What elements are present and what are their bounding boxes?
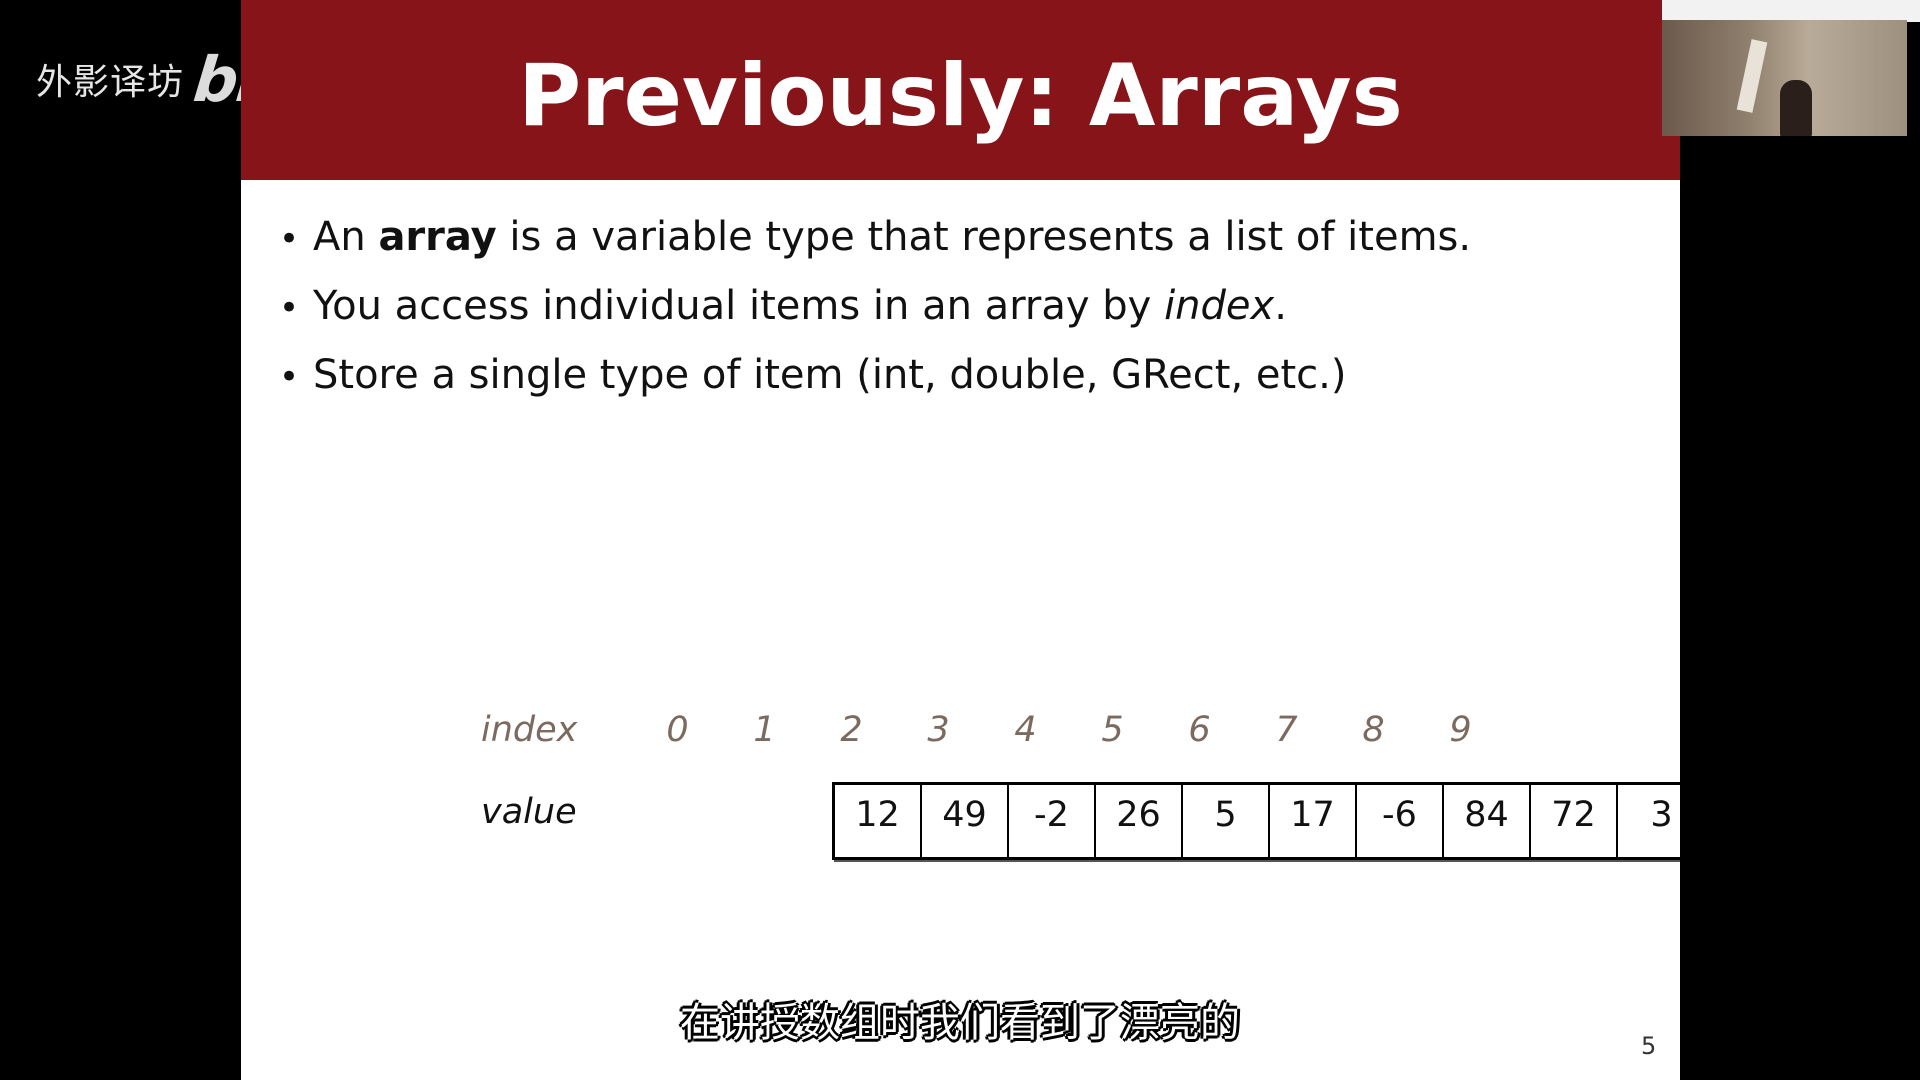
array-value-cell: 17 (1270, 785, 1357, 857)
array-index: 2 (840, 710, 863, 750)
bullet-item: • An array is a variable type that repre… (279, 214, 1471, 283)
bullet-emphasis: index (1164, 283, 1275, 329)
array-value-cell: 84 (1444, 785, 1531, 857)
video-subtitle: 在讲授数组时我们看到了漂亮的 (680, 1000, 1240, 1046)
index-row-label: index (481, 710, 578, 750)
array-index: 8 (1362, 710, 1385, 750)
lecturer-figure (1780, 80, 1812, 136)
array-index: 9 (1449, 710, 1472, 750)
slide-title: Previously: Arrays (518, 46, 1403, 146)
bullet-text: You access individual items in an array … (313, 283, 1165, 329)
bullet-text: . (1274, 283, 1287, 329)
array-value-cell: -6 (1357, 785, 1444, 857)
array-value-box: 12 49 -2 26 5 17 -6 84 72 3 (832, 782, 1680, 860)
bullet-list: • An array is a variable type that repre… (279, 214, 1471, 421)
array-index: 0 (666, 710, 689, 750)
webcam-overlay (1662, 20, 1907, 136)
value-row-label: value (481, 792, 577, 832)
array-index: 4 (1014, 710, 1037, 750)
array-value-cell: 5 (1183, 785, 1270, 857)
array-index: 5 (1101, 710, 1124, 750)
bullet-text: is a variable type that represents a lis… (496, 214, 1472, 260)
array-index: 1 (753, 710, 776, 750)
bullet-item: • Store a single type of item (int, doub… (279, 352, 1471, 421)
bullet-text: An (313, 214, 379, 260)
webcam-board (1736, 39, 1768, 113)
watermark-text: 外影译坊 (36, 62, 185, 103)
array-value-cell: 3 (1650, 795, 1673, 835)
bullet-text: Store a single type of item (int, double… (313, 352, 1347, 398)
array-value-cell: 72 (1531, 785, 1618, 857)
bullet-dot-icon: • (279, 357, 300, 397)
screen-strip (1662, 0, 1920, 22)
slide: Previously: Arrays • An array is a varia… (241, 0, 1680, 1080)
array-index: 7 (1275, 710, 1298, 750)
array-value-cell: 12 (835, 785, 922, 857)
array-index: 3 (927, 710, 950, 750)
array-value-cell: 26 (1096, 785, 1183, 857)
bullet-dot-icon: • (279, 288, 300, 328)
array-value-cell: -2 (1009, 785, 1096, 857)
bullet-dot-icon: • (279, 219, 300, 259)
array-value-cell: 49 (922, 785, 1009, 857)
bullet-emphasis: array (378, 214, 497, 260)
bullet-item: • You access individual items in an arra… (279, 283, 1471, 352)
array-index: 6 (1188, 710, 1211, 750)
